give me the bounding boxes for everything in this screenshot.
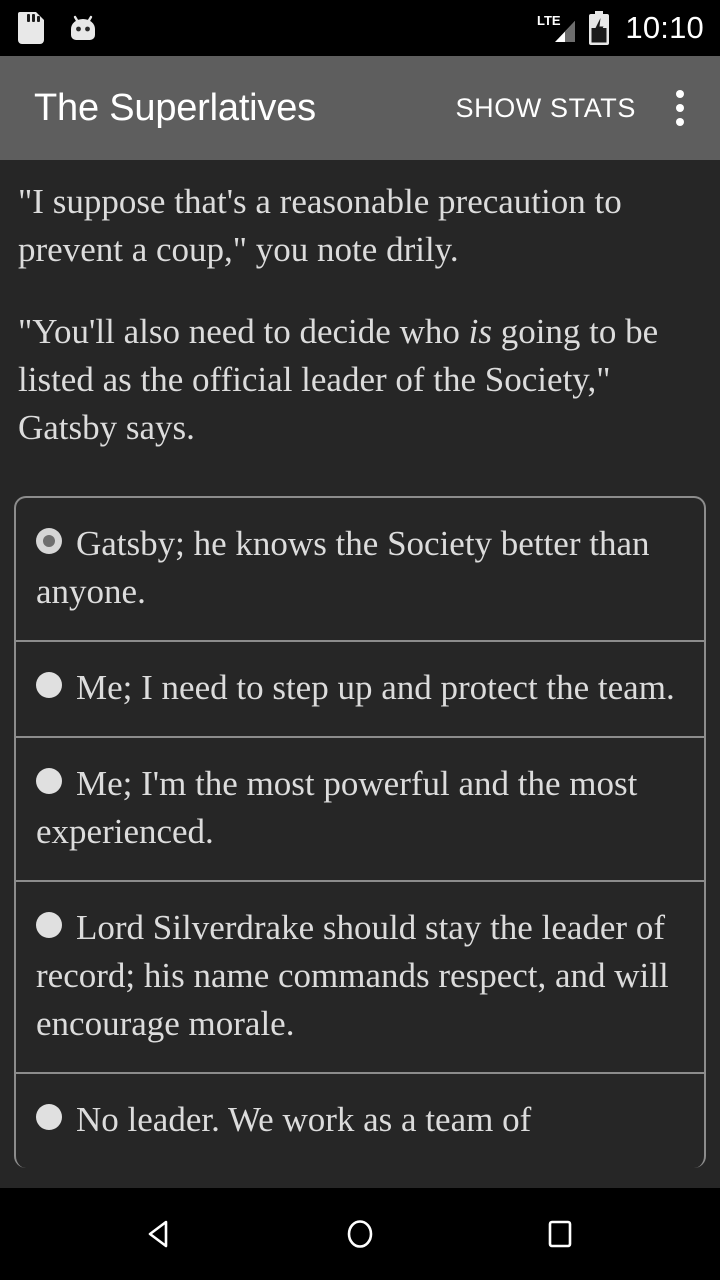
emphasized-text: is: [468, 312, 492, 351]
choice-option-text: Lord Silverdrake should stay the leader …: [36, 908, 669, 1043]
page-title: The Superlatives: [34, 86, 316, 129]
choice-option-label: Me; I need to step up and protect the te…: [36, 664, 684, 712]
android-navigation-bar: [0, 1188, 720, 1280]
choice-option-text: Me; I need to step up and protect the te…: [76, 668, 675, 707]
story-content[interactable]: "I suppose that's a reasonable precautio…: [0, 160, 720, 1188]
recents-square-icon[interactable]: [514, 1188, 606, 1280]
radio-button[interactable]: [36, 672, 62, 698]
choice-option[interactable]: No leader. We work as a team of: [16, 1074, 704, 1168]
radio-button-selected[interactable]: [36, 528, 62, 554]
home-circle-icon[interactable]: [314, 1188, 406, 1280]
choice-list: Gatsby; he knows the Society better than…: [14, 496, 706, 1168]
status-bar-right-icons: LTE 10:10: [537, 10, 706, 46]
choice-option-label: No leader. We work as a team of: [36, 1096, 684, 1144]
radio-button[interactable]: [36, 1104, 62, 1130]
choice-option-label: Lord Silverdrake should stay the leader …: [36, 904, 684, 1048]
choice-option-text: Me; I'm the most powerful and the most e…: [36, 764, 638, 851]
sd-card-icon: [18, 12, 44, 44]
status-bar-left-icons: [18, 12, 98, 44]
battery-charging-icon: [587, 11, 611, 45]
choice-option-label: Me; I'm the most powerful and the most e…: [36, 760, 684, 856]
choice-option[interactable]: Lord Silverdrake should stay the leader …: [16, 882, 704, 1074]
choice-option[interactable]: Me; I'm the most powerful and the most e…: [16, 738, 704, 882]
story-paragraphs: "I suppose that's a reasonable precautio…: [14, 178, 706, 452]
status-bar: LTE 10:10: [0, 0, 720, 56]
app-bar: The Superlatives SHOW STATS: [0, 56, 720, 160]
show-stats-button[interactable]: SHOW STATS: [440, 79, 653, 138]
choice-option-text: Gatsby; he knows the Society better than…: [36, 524, 650, 611]
choice-option[interactable]: Gatsby; he knows the Society better than…: [16, 498, 704, 642]
status-bar-clock: 10:10: [625, 10, 704, 45]
story-paragraph: "I suppose that's a reasonable precautio…: [14, 178, 706, 274]
back-triangle-icon[interactable]: [114, 1188, 206, 1280]
overflow-menu-icon[interactable]: [652, 72, 708, 144]
choice-option-text: No leader. We work as a team of: [76, 1100, 532, 1139]
radio-button[interactable]: [36, 912, 62, 938]
radio-button[interactable]: [36, 768, 62, 794]
signal-bars-icon: LTE: [537, 12, 577, 44]
app-bar-actions: SHOW STATS: [440, 72, 709, 144]
story-text: "You'll also need to decide who: [18, 312, 469, 351]
choice-option[interactable]: Me; I need to step up and protect the te…: [16, 642, 704, 738]
story-paragraph: "You'll also need to decide who is going…: [14, 308, 706, 452]
android-droid-icon: [68, 13, 98, 43]
lte-label: LTE: [537, 13, 561, 28]
choice-option-label: Gatsby; he knows the Society better than…: [36, 520, 684, 616]
story-text: "I suppose that's a reasonable precautio…: [18, 182, 622, 269]
